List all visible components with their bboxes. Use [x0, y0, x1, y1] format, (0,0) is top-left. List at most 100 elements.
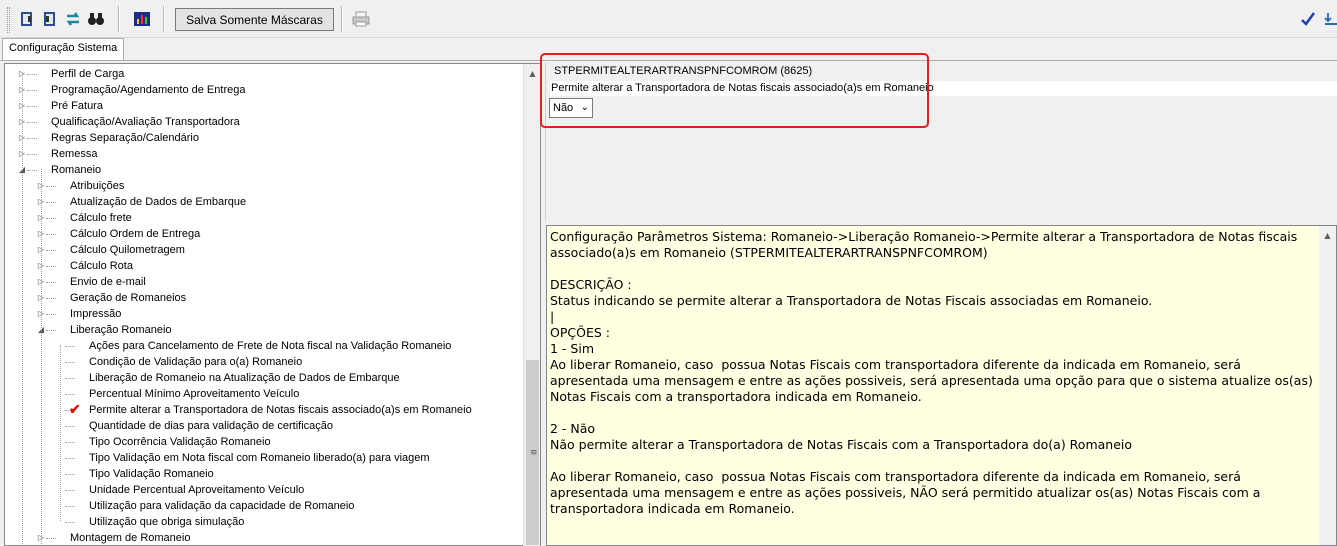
tree-connector: [27, 74, 37, 75]
tree-connector: [65, 426, 75, 427]
tree-item-label: Geração de Romaneios: [70, 292, 187, 304]
description-text: Configuração Parâmetros Sistema: Romanei…: [550, 229, 1313, 516]
toolbar-separator: [163, 6, 165, 32]
tree-item[interactable]: Unidade Percentual Aproveitamento Veícul…: [5, 482, 523, 498]
description-box[interactable]: Configuração Parâmetros Sistema: Romanei…: [546, 225, 1337, 546]
tree-connector: [65, 346, 75, 347]
tree-connector: [65, 474, 75, 475]
tree-item-label: Ações para Cancelamento de Frete de Nota…: [89, 340, 452, 352]
tree-item[interactable]: ✔ Permite alterar a Transportadora de Not…: [5, 401, 523, 418]
book-icon[interactable]: [17, 9, 37, 29]
tree-item[interactable]: ▷ Atribuições: [5, 178, 523, 194]
tree-item-label: Romaneio: [51, 164, 102, 176]
tree-connector: [27, 170, 37, 171]
tree-item[interactable]: Ações para Cancelamento de Frete de Nota…: [5, 338, 523, 354]
scroll-up-icon[interactable]: ▲: [1319, 227, 1336, 244]
tree-item-label: Tipo Validação Romaneio: [89, 468, 214, 480]
tree-item-label: Pré Fatura: [51, 100, 103, 112]
tree-item[interactable]: ◢ Liberação Romaneio: [5, 322, 523, 338]
tree-item-label: Permite alterar a Transportadora de Nota…: [89, 404, 472, 416]
tree-connector: [46, 282, 56, 283]
tree-item[interactable]: Tipo Ocorrência Validação Romaneio: [5, 434, 523, 450]
tree-item-label: Remessa: [51, 148, 98, 160]
tree-item[interactable]: ▷ Pré Fatura: [5, 98, 523, 114]
tree-item[interactable]: ▷ Envio de e-mail: [5, 274, 523, 290]
tree-item[interactable]: Tipo Validação em Nota fiscal com Romane…: [5, 450, 523, 466]
tree-item-label: Montagem de Romaneio: [70, 532, 191, 544]
tree-item-label: Atribuições: [70, 180, 125, 192]
toolbar-grip[interactable]: [7, 7, 10, 33]
toolbar: Salva Somente Máscaras: [0, 0, 1337, 38]
tree-item-label: Impressão: [70, 308, 122, 320]
tree-connector: [27, 154, 37, 155]
tree-item[interactable]: Quantidade de dias para validação de cer…: [5, 418, 523, 434]
checkmark-icon[interactable]: [1298, 9, 1318, 29]
scroll-up-icon[interactable]: ▲: [524, 65, 541, 82]
tree-item[interactable]: ▷ Atualização de Dados de Embarque: [5, 194, 523, 210]
highlight-box: [540, 53, 929, 128]
tree-connector: [65, 378, 75, 379]
tree-connector: [65, 522, 75, 523]
tree-connector: [27, 106, 37, 107]
tree-item[interactable]: ▷ Programação/Agendamento de Entrega: [5, 82, 523, 98]
tree-item[interactable]: ▷ Remessa: [5, 146, 523, 162]
tree-connector: [46, 234, 56, 235]
tree-connector: [46, 218, 56, 219]
tree-item[interactable]: Tipo Validação Romaneio: [5, 466, 523, 482]
binoculars-icon[interactable]: [86, 9, 106, 29]
tree-guide-line: [60, 345, 61, 521]
tree-guide-line: [22, 73, 23, 545]
tree-connector: [46, 298, 56, 299]
tree-item[interactable]: Percentual Mínimo Aproveitamento Veículo: [5, 386, 523, 402]
tree-item-label: Regras Separação/Calendário: [51, 132, 199, 144]
tree-item-label: Utilização para validação da capacidade …: [89, 500, 355, 512]
scroll-thumb[interactable]: ≡: [526, 360, 539, 545]
tree-item[interactable]: Utilização para validação da capacidade …: [5, 498, 523, 514]
tab-configuracao-sistema[interactable]: Configuração Sistema: [2, 38, 125, 61]
save-masks-button[interactable]: Salva Somente Máscaras: [175, 8, 334, 31]
refresh-icon[interactable]: [63, 9, 83, 29]
tree-item[interactable]: ▷ Cálculo Quilometragem: [5, 242, 523, 258]
tree-item[interactable]: ▷ Cálculo Ordem de Entrega: [5, 226, 523, 242]
tree-connector: [46, 202, 56, 203]
grip-icon: ≡: [530, 448, 538, 458]
tree-item-label: Programação/Agendamento de Entrega: [51, 84, 246, 96]
tree-connector: [46, 314, 56, 315]
tree-item-label: Tipo Ocorrência Validação Romaneio: [89, 436, 271, 448]
printer-icon[interactable]: [351, 9, 371, 29]
book-icon[interactable]: [40, 9, 60, 29]
tree-item[interactable]: Utilização que obriga simulação: [5, 514, 523, 530]
tree-item[interactable]: ▷ Regras Separação/Calendário: [5, 130, 523, 146]
chart-icon[interactable]: [132, 9, 152, 29]
tree-connector: [65, 394, 75, 395]
tree-item-label: Qualificação/Avaliação Transportadora: [51, 116, 240, 128]
tree-item[interactable]: ▷ Perfil de Carga: [5, 66, 523, 82]
tree-item-label: Envio de e-mail: [70, 276, 146, 288]
save-icon[interactable]: [1324, 9, 1337, 29]
tree-connector: [65, 362, 75, 363]
tree-item-label: Quantidade de dias para validação de cer…: [89, 420, 333, 432]
tree-guide-line: [41, 169, 42, 545]
tree-connector: [27, 138, 37, 139]
description-scrollbar[interactable]: ▲: [1319, 226, 1336, 545]
tree-connector: [46, 266, 56, 267]
tree-item-label: Utilização que obriga simulação: [89, 516, 245, 528]
tree-connector: [46, 330, 56, 331]
tree-item[interactable]: ▷ Cálculo Rota: [5, 258, 523, 274]
tree-item-label: Liberação de Romaneio na Atualização de …: [89, 372, 400, 384]
tree-item[interactable]: ▷ Montagem de Romaneio: [5, 530, 523, 545]
tree-item[interactable]: ▷ Qualificação/Avaliação Transportadora: [5, 114, 523, 130]
tree-item-label: Cálculo Ordem de Entrega: [70, 228, 201, 240]
tree-connector: [46, 250, 56, 251]
tree-connector: [65, 490, 75, 491]
tree-item[interactable]: Liberação de Romaneio na Atualização de …: [5, 370, 523, 386]
tree-item[interactable]: Condição de Validação para o(a) Romaneio: [5, 354, 523, 370]
tree-item[interactable]: ◢ Romaneio: [5, 162, 523, 178]
tree-item-label: Condição de Validação para o(a) Romaneio: [89, 356, 303, 368]
settings-tree[interactable]: ▷ Perfil de Carga ▷ Programação/Agendamento…: [4, 63, 541, 546]
tree-connector: [65, 442, 75, 443]
tree-scrollbar[interactable]: ▲ ≡: [523, 64, 540, 546]
tree-item[interactable]: ▷ Geração de Romaneios: [5, 290, 523, 306]
tree-item[interactable]: ▷ Impressão: [5, 306, 523, 322]
tree-item[interactable]: ▷ Cálculo frete: [5, 210, 523, 226]
